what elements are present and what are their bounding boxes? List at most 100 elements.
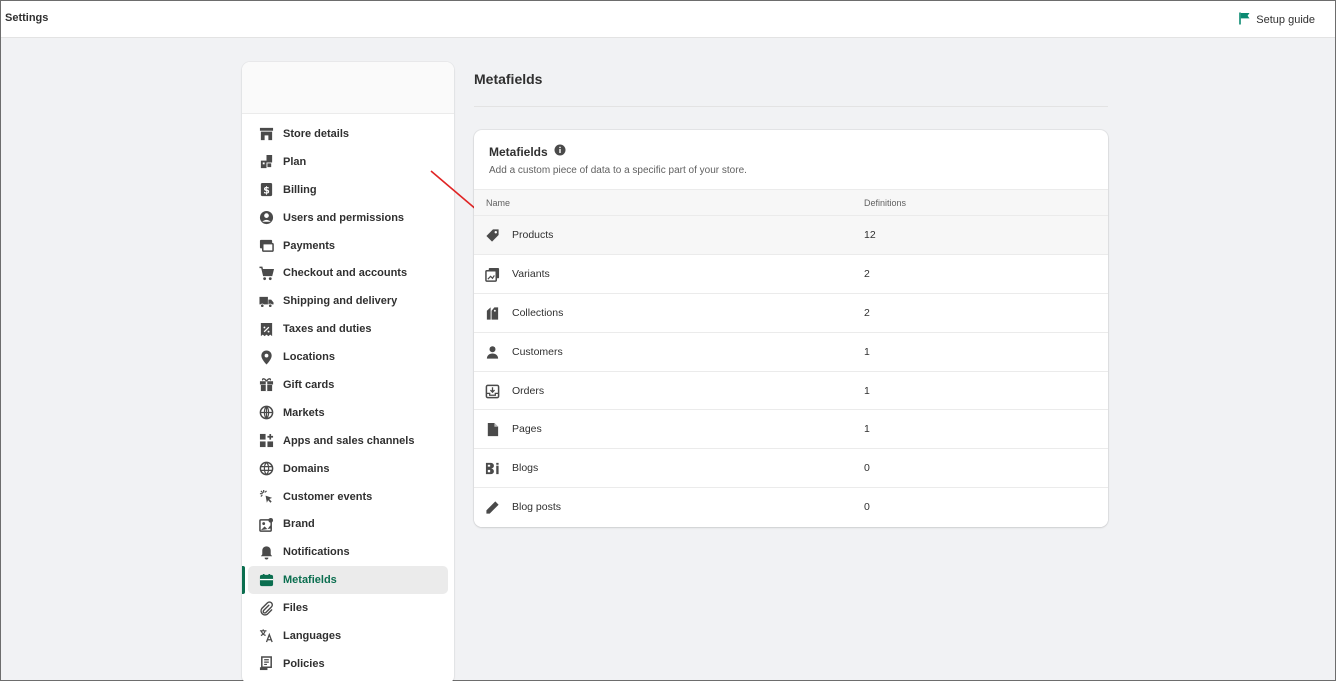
sidebar-item-label: Domains bbox=[283, 462, 330, 475]
sidebar-item-label: Users and permissions bbox=[283, 211, 405, 224]
sidebar-item-customer-events[interactable]: Customer events bbox=[248, 483, 448, 511]
truck-icon bbox=[259, 294, 274, 309]
sidebar-item-label: Plan bbox=[283, 155, 307, 168]
sidebar-item-shipping[interactable]: Shipping and delivery bbox=[248, 287, 448, 315]
row-name: Pages bbox=[512, 423, 542, 436]
row-name: Customers bbox=[512, 345, 563, 358]
info-icon[interactable] bbox=[554, 144, 566, 159]
domain-icon bbox=[259, 461, 274, 476]
globe-icon bbox=[259, 405, 274, 420]
sidebar-item-checkout[interactable]: Checkout and accounts bbox=[248, 259, 448, 287]
sidebar-item-taxes[interactable]: Taxes and duties bbox=[248, 315, 448, 343]
user-circle-icon bbox=[259, 210, 274, 225]
store-icon bbox=[259, 126, 274, 141]
sidebar-item-label: Gift cards bbox=[283, 378, 335, 391]
flag-icon bbox=[1239, 12, 1251, 28]
card-header: Metafields Add a custom piece of data to… bbox=[474, 130, 1108, 189]
translate-icon bbox=[259, 628, 274, 643]
sidebar-item-metafields[interactable]: Metafields bbox=[242, 566, 448, 595]
sidebar-item-label: Shipping and delivery bbox=[283, 295, 398, 308]
settings-sidebar: Store details Plan $ Billing Users and p… bbox=[242, 62, 454, 681]
row-count: 0 bbox=[864, 462, 870, 475]
bell-icon bbox=[259, 545, 274, 560]
row-name: Collections bbox=[512, 306, 564, 319]
sidebar-item-gift-cards[interactable]: Gift cards bbox=[248, 371, 448, 399]
tax-icon bbox=[259, 322, 274, 337]
sidebar-item-label: Markets bbox=[283, 406, 325, 419]
table-row-orders[interactable]: Orders 1 bbox=[474, 371, 1108, 411]
metafields-card: Metafields Add a custom piece of data to… bbox=[474, 130, 1108, 527]
row-name: Blog posts bbox=[512, 501, 562, 514]
row-name: Blogs bbox=[512, 462, 539, 475]
sidebar-item-languages[interactable]: Languages bbox=[248, 622, 448, 650]
page-header-title: Settings bbox=[5, 12, 49, 24]
row-name: Products bbox=[512, 229, 554, 241]
sidebar-item-label: Notifications bbox=[283, 546, 350, 559]
tag-icon bbox=[485, 228, 500, 243]
table-row-blog-posts[interactable]: Blog posts 0 bbox=[474, 488, 1108, 527]
plan-icon bbox=[259, 154, 274, 169]
sidebar-item-label: Apps and sales channels bbox=[283, 434, 415, 447]
blog-icon bbox=[485, 461, 500, 476]
divider bbox=[474, 106, 1108, 107]
row-count: 1 bbox=[864, 423, 870, 436]
sidebar-item-plan[interactable]: Plan bbox=[248, 148, 448, 176]
setup-guide-label: Setup guide bbox=[1256, 14, 1315, 26]
sidebar-item-label: Billing bbox=[283, 183, 317, 196]
setup-guide-button[interactable]: Setup guide bbox=[1239, 12, 1315, 28]
page-title: Metafields bbox=[474, 71, 543, 87]
page-icon bbox=[485, 422, 500, 437]
sidebar-item-label: Taxes and duties bbox=[283, 323, 372, 336]
brand-icon bbox=[259, 517, 274, 532]
svg-text:$: $ bbox=[263, 185, 270, 196]
cursor-icon bbox=[259, 489, 274, 504]
apps-icon bbox=[259, 433, 274, 448]
paperclip-icon bbox=[259, 600, 274, 616]
row-name: Orders bbox=[512, 384, 545, 397]
sidebar-item-policies[interactable]: Policies bbox=[248, 650, 448, 678]
sidebar-header bbox=[242, 62, 454, 114]
column-header-name: Name bbox=[486, 198, 511, 208]
card-description: Add a custom piece of data to a specific… bbox=[489, 165, 747, 176]
row-count: 1 bbox=[864, 384, 870, 397]
sidebar-item-label: Metafields bbox=[283, 574, 337, 587]
sidebar-item-payments[interactable]: Payments bbox=[248, 232, 448, 260]
row-count: 2 bbox=[864, 306, 870, 319]
settings-nav: Store details Plan $ Billing Users and p… bbox=[242, 120, 454, 678]
collection-icon bbox=[485, 306, 500, 321]
sidebar-item-label: Locations bbox=[283, 351, 335, 364]
sidebar-item-billing[interactable]: $ Billing bbox=[248, 176, 448, 204]
sidebar-item-label: Languages bbox=[283, 629, 342, 642]
cart-icon bbox=[259, 266, 274, 281]
sidebar-item-label: Brand bbox=[283, 518, 315, 531]
sidebar-item-domains[interactable]: Domains bbox=[248, 455, 448, 483]
sidebar-item-locations[interactable]: Locations bbox=[248, 343, 448, 371]
sidebar-item-files[interactable]: Files bbox=[248, 594, 448, 622]
table-row-pages[interactable]: Pages 1 bbox=[474, 410, 1108, 450]
table-row-customers[interactable]: Customers 1 bbox=[474, 332, 1108, 372]
table-row-products[interactable]: Products 12 bbox=[474, 216, 1108, 255]
sidebar-item-store-details[interactable]: Store details bbox=[248, 120, 448, 148]
gift-icon bbox=[259, 377, 274, 392]
pencil-icon bbox=[485, 500, 500, 515]
sidebar-item-apps[interactable]: Apps and sales channels bbox=[248, 427, 448, 455]
order-icon bbox=[485, 384, 500, 399]
sidebar-item-label: Store details bbox=[283, 127, 350, 140]
sidebar-item-markets[interactable]: Markets bbox=[248, 399, 448, 427]
sidebar-item-users[interactable]: Users and permissions bbox=[248, 204, 448, 232]
sidebar-item-notifications[interactable]: Notifications bbox=[248, 538, 448, 566]
table-row-collections[interactable]: Collections 2 bbox=[474, 293, 1108, 333]
top-bar: Settings Setup guide bbox=[1, 1, 1335, 38]
sidebar-item-brand[interactable]: Brand bbox=[248, 510, 448, 538]
table-header: Name Definitions bbox=[474, 189, 1108, 216]
column-header-definitions: Definitions bbox=[864, 198, 907, 208]
row-count: 0 bbox=[864, 501, 870, 514]
card-title-text: Metafields bbox=[489, 144, 548, 159]
table-row-variants[interactable]: Variants 2 bbox=[474, 254, 1108, 294]
table-row-blogs[interactable]: Blogs 0 bbox=[474, 449, 1108, 489]
policy-icon bbox=[259, 656, 274, 671]
sidebar-item-label: Policies bbox=[283, 657, 325, 670]
metafields-icon bbox=[259, 573, 274, 588]
sidebar-item-label: Files bbox=[283, 602, 309, 615]
sidebar-item-label: Customer events bbox=[283, 490, 373, 503]
